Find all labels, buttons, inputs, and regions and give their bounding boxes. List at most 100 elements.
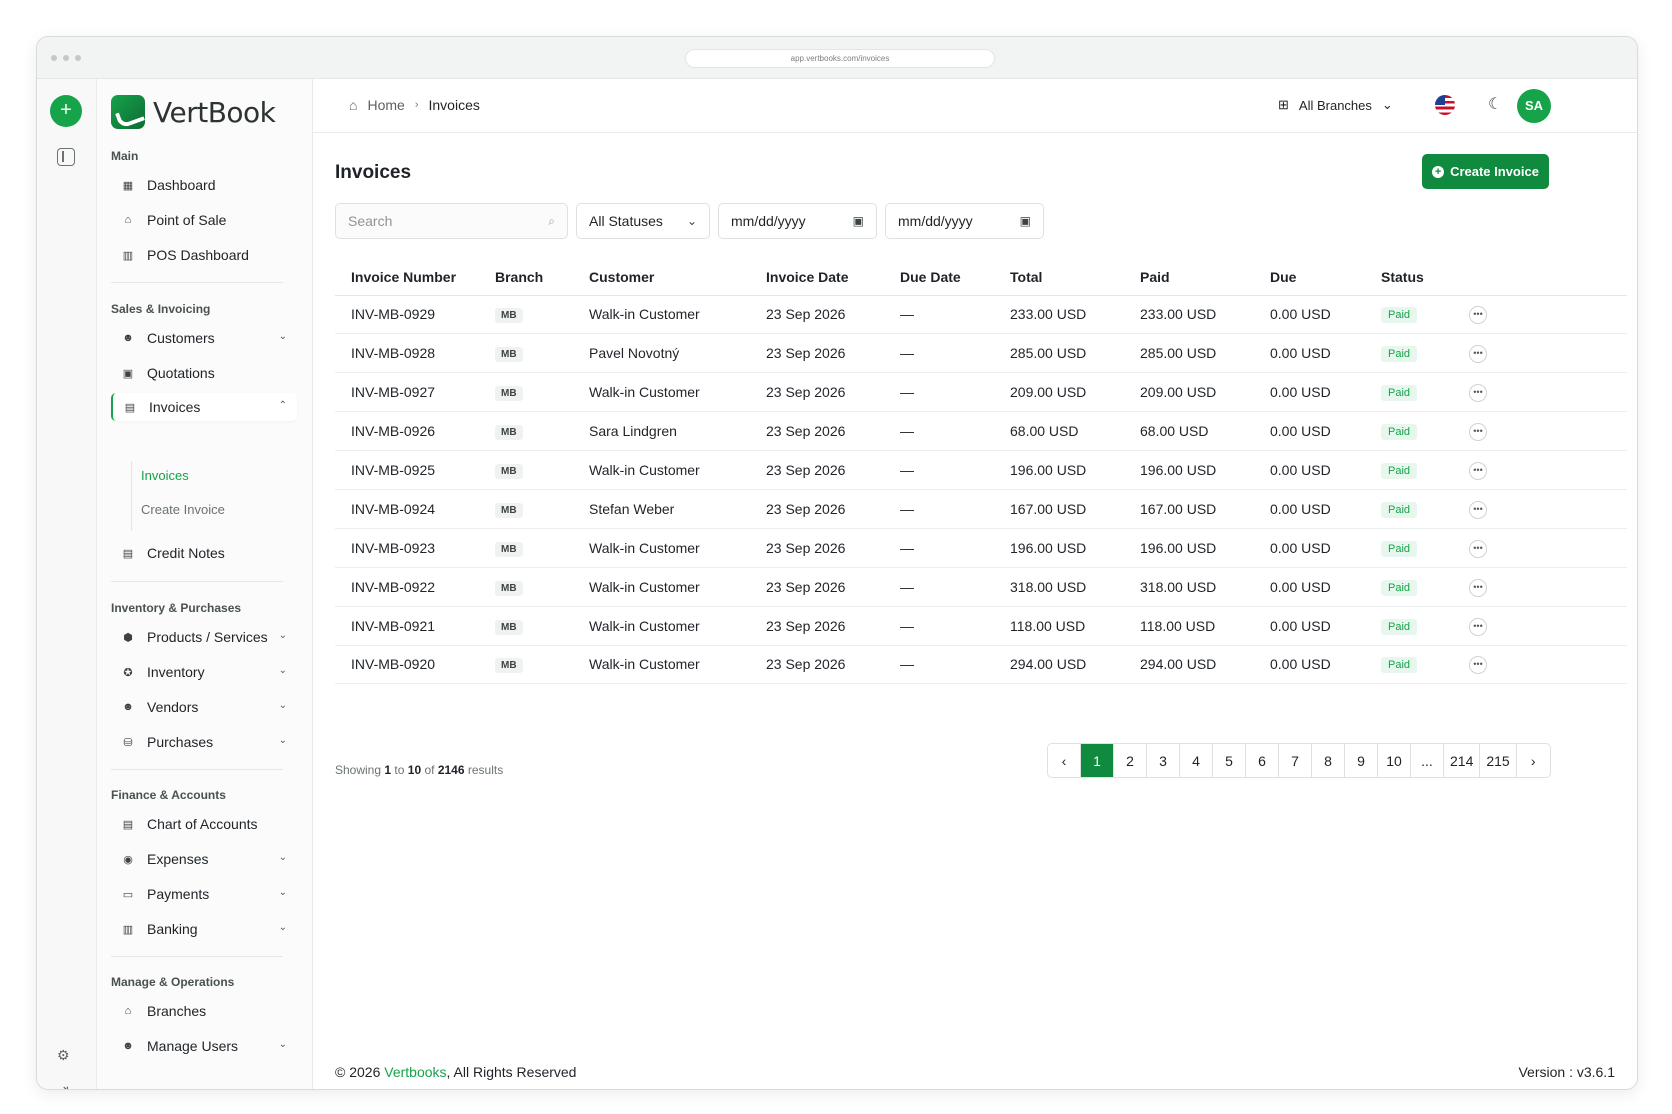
paid-value: 285.00 USD xyxy=(1140,345,1217,362)
table-row[interactable]: INV-MB-0922 MB Walk-in Customer 23 Sep 2026… xyxy=(335,567,1627,607)
sidebar-item-purchases[interactable]: ⛁ Purchases ⌄ xyxy=(111,728,297,756)
table-row[interactable]: INV-MB-0926 MB Sara Lindgren 23 Sep 2026 — 68… xyxy=(335,411,1627,452)
table-row[interactable]: INV-MB-0927 MB Walk-in Customer 23 Sep 2026… xyxy=(335,372,1627,413)
icon-rail: + ⚙ ⇥ xyxy=(37,79,97,1089)
col-customer[interactable]: Customer xyxy=(573,259,750,296)
invoice-date-cell: 23 Sep 2026 xyxy=(750,372,884,413)
create-invoice-button[interactable]: + Create Invoice xyxy=(1422,154,1549,189)
more-options-icon[interactable]: ••• xyxy=(1469,539,1487,558)
more-options-icon[interactable]: ••• xyxy=(1469,306,1487,325)
table-row[interactable]: INV-MB-0928 MB Pavel Novotný 23 Sep 2026 — 28… xyxy=(335,333,1627,374)
status-select[interactable]: All Statuses ⌄ xyxy=(576,203,710,239)
more-options-icon[interactable]: ••• xyxy=(1469,345,1487,364)
sidebar-item-vendors[interactable]: ☻ Vendors ⌄ xyxy=(111,693,297,721)
sidebar-item-point-of-sale[interactable]: ⌂ Point of Sale xyxy=(111,206,297,234)
gear-icon[interactable]: ⚙ xyxy=(57,1047,70,1064)
invoice-number-value[interactable]: INV-MB-0926 xyxy=(351,423,435,439)
page-button[interactable]: 215 xyxy=(1480,744,1517,777)
page-button[interactable]: ... xyxy=(1411,744,1444,777)
sidebar-subitem-create-invoice[interactable]: Create Invoice xyxy=(141,502,225,517)
table-row[interactable]: INV-MB-0924 MB Stefan Weber 23 Sep 2026 — 167… xyxy=(335,489,1627,529)
page-button[interactable]: 4 xyxy=(1180,744,1213,777)
sidebar-item-dashboard[interactable]: ▦ Dashboard xyxy=(111,171,297,199)
table-row[interactable]: INV-MB-0923 MB Walk-in Customer 23 Sep 2026… xyxy=(335,528,1627,568)
col-paid[interactable]: Paid xyxy=(1124,259,1254,296)
page-button[interactable]: 10 xyxy=(1378,744,1411,777)
address-bar[interactable]: app.vertbooks.com/invoices xyxy=(685,49,995,68)
more-options-icon[interactable]: ••• xyxy=(1469,500,1487,519)
col-total[interactable]: Total xyxy=(994,259,1124,296)
page-button[interactable]: 5 xyxy=(1213,744,1246,777)
sidebar-item-banking[interactable]: ▥ Banking ⌄ xyxy=(111,915,297,943)
date-to-input[interactable]: mm/dd/yyyy ▣ xyxy=(885,203,1044,239)
col-invoice-date[interactable]: Invoice Date xyxy=(750,259,884,296)
moon-icon[interactable]: ☾ xyxy=(1488,94,1502,114)
more-options-icon[interactable]: ••• xyxy=(1469,423,1487,442)
page-button[interactable]: 8 xyxy=(1312,744,1345,777)
breadcrumb-home[interactable]: Home xyxy=(367,97,404,113)
col-due[interactable]: Due xyxy=(1254,259,1365,296)
more-options-icon[interactable]: ••• xyxy=(1469,617,1487,636)
sidebar-item-chart-of-accounts[interactable]: ▤ Chart of Accounts xyxy=(111,810,297,838)
window-controls[interactable] xyxy=(51,55,81,61)
home-icon[interactable]: ⌂ xyxy=(349,97,357,113)
sidebar-item-inventory[interactable]: ✪ Inventory ⌄ xyxy=(111,658,297,686)
more-options-icon[interactable]: ••• xyxy=(1469,656,1487,675)
invoice-number-value[interactable]: INV-MB-0920 xyxy=(351,656,435,672)
col-invoice-number[interactable]: Invoice Number xyxy=(335,259,479,296)
us-flag-icon[interactable] xyxy=(1435,95,1455,115)
footer-brand-link[interactable]: Vertbooks xyxy=(384,1064,446,1080)
col-status[interactable]: Status xyxy=(1365,259,1453,296)
prev-page-button[interactable]: ‹ xyxy=(1048,744,1081,777)
table-row[interactable]: INV-MB-0929 MB Walk-in Customer 23 Sep 2026… xyxy=(335,295,1627,335)
invoice-number-value[interactable]: INV-MB-0925 xyxy=(351,462,435,478)
avatar[interactable]: SA xyxy=(1517,89,1551,123)
table-row[interactable]: INV-MB-0920 MB Walk-in Customer 23 Sep 2026… xyxy=(335,645,1627,685)
due-cell: 0.00 USD xyxy=(1254,411,1365,452)
brand-logo[interactable]: VertBook xyxy=(111,95,276,129)
invoice-number-value[interactable]: INV-MB-0927 xyxy=(351,384,435,400)
next-page-button[interactable]: › xyxy=(1517,744,1550,777)
page-button[interactable]: 1 xyxy=(1081,744,1114,777)
invoice-number-value[interactable]: INV-MB-0928 xyxy=(351,345,435,361)
sidebar-item-payments[interactable]: ▭ Payments ⌄ xyxy=(111,880,297,908)
table-row[interactable]: INV-MB-0925 MB Walk-in Customer 23 Sep 2026… xyxy=(335,450,1627,490)
logout-icon[interactable]: ⇥ xyxy=(57,1081,69,1089)
page-button[interactable]: 214 xyxy=(1444,744,1481,777)
invoice-number-value[interactable]: INV-MB-0923 xyxy=(351,540,435,556)
invoice-icon: ▤ xyxy=(124,401,136,414)
due-date-value: — xyxy=(900,539,914,556)
page-button[interactable]: 9 xyxy=(1345,744,1378,777)
collapse-sidebar-icon[interactable] xyxy=(57,148,75,166)
col-branch[interactable]: Branch xyxy=(479,259,573,296)
page-button[interactable]: 3 xyxy=(1147,744,1180,777)
calendar-icon[interactable]: ▣ xyxy=(853,214,864,228)
sidebar-item-credit-notes[interactable]: ▤ Credit Notes xyxy=(111,539,297,567)
sidebar-item-invoices[interactable]: ▤ Invoices ⌃ xyxy=(111,393,297,421)
table-row[interactable]: INV-MB-0921 MB Walk-in Customer 23 Sep 2026… xyxy=(335,606,1627,646)
sidebar-item-branches[interactable]: ⌂ Branches xyxy=(111,997,297,1025)
sidebar-item-manage-users[interactable]: ☻ Manage Users ⌄ xyxy=(111,1032,297,1060)
page-button[interactable]: 6 xyxy=(1246,744,1279,777)
page-button[interactable]: 7 xyxy=(1279,744,1312,777)
sidebar-item-pos-dashboard[interactable]: ▥ POS Dashboard xyxy=(111,241,297,269)
more-options-icon[interactable]: ••• xyxy=(1469,384,1487,403)
invoice-number-value[interactable]: INV-MB-0929 xyxy=(351,306,435,322)
more-options-icon[interactable]: ••• xyxy=(1469,462,1487,480)
sidebar-item-products[interactable]: ⬢ Products / Services ⌄ xyxy=(111,623,297,651)
date-from-input[interactable]: mm/dd/yyyy ▣ xyxy=(718,203,877,239)
invoice-number-value[interactable]: INV-MB-0921 xyxy=(351,618,435,634)
search-input[interactable]: Search ⌕ xyxy=(335,203,568,239)
sidebar-item-quotations[interactable]: ▣ Quotations xyxy=(111,359,297,387)
calendar-icon[interactable]: ▣ xyxy=(1020,214,1031,228)
more-options-icon[interactable]: ••• xyxy=(1469,578,1487,597)
sidebar-item-expenses[interactable]: ◉ Expenses ⌄ xyxy=(111,845,297,873)
col-due-date[interactable]: Due Date xyxy=(884,259,994,296)
branch-selector[interactable]: ⊞ All Branches ⌄ xyxy=(1278,97,1393,113)
quick-add-button[interactable]: + xyxy=(50,95,82,127)
invoice-number-value[interactable]: INV-MB-0922 xyxy=(351,579,435,595)
page-button[interactable]: 2 xyxy=(1114,744,1147,777)
sidebar-subitem-invoices[interactable]: Invoices xyxy=(141,468,189,483)
invoice-number-value[interactable]: INV-MB-0924 xyxy=(351,501,435,517)
sidebar-item-customers[interactable]: ☻ Customers ⌄ xyxy=(111,324,297,352)
